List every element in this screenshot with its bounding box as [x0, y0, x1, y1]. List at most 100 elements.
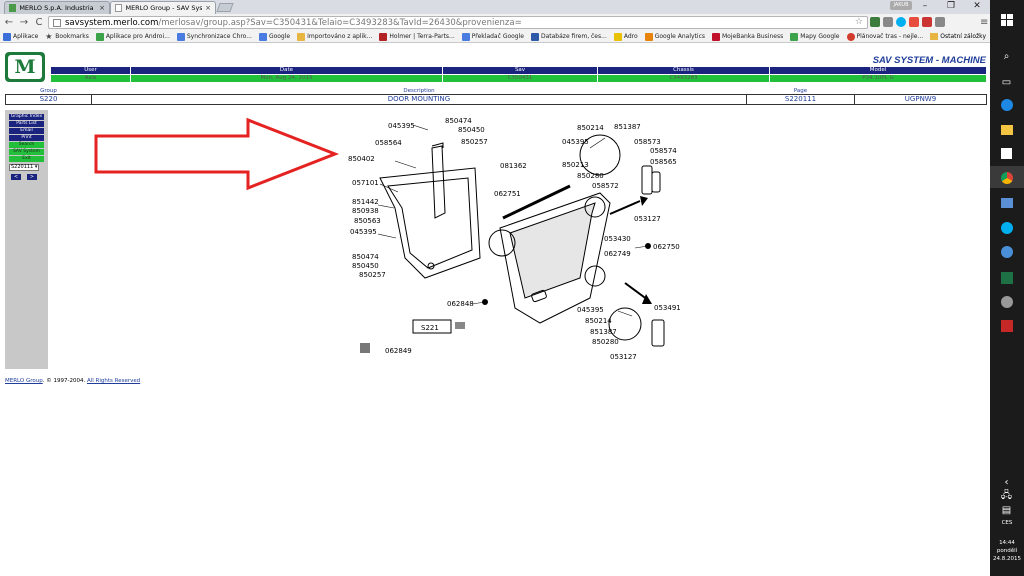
- acrobat-icon[interactable]: [999, 318, 1014, 333]
- flag-icon[interactable]: [922, 17, 932, 27]
- profile-badge[interactable]: JAKUB: [890, 1, 912, 10]
- close-tab-icon[interactable]: ×: [205, 4, 211, 12]
- start-windows-icon[interactable]: [999, 12, 1014, 27]
- part-label[interactable]: 058574: [650, 147, 677, 155]
- task-view-icon[interactable]: ▭: [999, 75, 1014, 90]
- part-label[interactable]: 062749: [604, 250, 631, 258]
- reload-icon[interactable]: C: [34, 17, 44, 28]
- bookmark-item[interactable]: MojeBanka Business: [712, 32, 783, 41]
- part-label[interactable]: 850280: [577, 172, 604, 180]
- bookmark-item[interactable]: Google: [258, 32, 290, 41]
- language-indicator[interactable]: CES: [990, 520, 1024, 527]
- part-label[interactable]: 850563: [354, 217, 381, 225]
- skype-icon[interactable]: [896, 17, 906, 27]
- email-button[interactable]: Email: [9, 128, 44, 134]
- bookmark-item[interactable]: Mapy Google: [790, 32, 840, 41]
- part-label[interactable]: 062751: [494, 190, 521, 198]
- part-label[interactable]: 850402: [348, 155, 375, 163]
- part-label[interactable]: 053491: [654, 304, 681, 312]
- other-bookmarks[interactable]: Ostatní záložky: [930, 33, 986, 40]
- network-icon[interactable]: 🖧: [999, 489, 1014, 504]
- part-label[interactable]: 851442: [352, 198, 379, 206]
- part-label[interactable]: 850257: [359, 271, 386, 279]
- part-label[interactable]: 850214: [577, 124, 604, 132]
- sav-system-button[interactable]: SAV System: [9, 149, 44, 155]
- part-label[interactable]: 062848: [447, 300, 474, 308]
- bookmark-item[interactable]: Databáze firem, čes...: [530, 32, 607, 41]
- bookmark-item[interactable]: Importováno z aplik...: [297, 32, 372, 41]
- part-label[interactable]: 851387: [590, 328, 617, 336]
- part-label[interactable]: 850213: [562, 161, 589, 169]
- chrome-icon[interactable]: [999, 170, 1014, 185]
- graphic-index-button[interactable]: Graphic Index: [9, 114, 44, 120]
- part-label[interactable]: 053127: [634, 215, 661, 223]
- app-icon[interactable]: [999, 294, 1014, 309]
- part-label[interactable]: 053430: [604, 235, 631, 243]
- parts-list-button[interactable]: Parts List: [9, 121, 44, 127]
- close-window-icon[interactable]: ✕: [964, 0, 990, 14]
- extension-icon[interactable]: [909, 17, 919, 27]
- part-label[interactable]: 062849: [385, 347, 412, 355]
- group-link-s221[interactable]: S221: [421, 324, 439, 332]
- bookmark-item[interactable]: Překladač Google: [461, 32, 524, 41]
- part-label[interactable]: 058565: [650, 158, 677, 166]
- search-button[interactable]: Search: [9, 142, 44, 148]
- extension-icon[interactable]: [935, 17, 945, 27]
- forward-icon[interactable]: →: [19, 17, 29, 28]
- new-tab-button[interactable]: [216, 3, 234, 12]
- minimize-icon[interactable]: –: [912, 0, 938, 14]
- explorer-icon[interactable]: [999, 122, 1014, 137]
- part-label[interactable]: 850938: [352, 207, 379, 215]
- store-icon[interactable]: [999, 146, 1014, 161]
- bookmark-item[interactable]: Adro: [613, 32, 638, 41]
- part-label[interactable]: 053127: [610, 353, 637, 361]
- part-label[interactable]: 850450: [352, 262, 379, 270]
- tab-merlo-sav[interactable]: MERLO Group - SAV Syste ×: [110, 1, 216, 14]
- excel-icon[interactable]: [999, 270, 1014, 285]
- part-label[interactable]: 850257: [461, 138, 488, 146]
- part-label[interactable]: 850280: [592, 338, 619, 346]
- part-label[interactable]: 045395: [577, 306, 604, 314]
- part-label[interactable]: 850214: [585, 317, 612, 325]
- rights-link[interactable]: All Rights Reserved: [87, 378, 140, 384]
- bookmark-item[interactable]: Plánovač tras - nejle...: [846, 32, 923, 41]
- page-info-icon[interactable]: [53, 18, 61, 27]
- close-tab-icon[interactable]: ×: [99, 4, 105, 12]
- clock-date[interactable]: 24.8.2015: [990, 556, 1024, 563]
- bookmark-item[interactable]: Aplikace pro Androi...: [95, 32, 170, 41]
- menu-icon[interactable]: ≡: [980, 17, 988, 28]
- part-label[interactable]: 081362: [500, 162, 527, 170]
- part-label[interactable]: 058572: [592, 182, 619, 190]
- back-icon[interactable]: ←: [4, 17, 14, 28]
- bookmark-item[interactable]: Synchronizace Chro...: [176, 32, 252, 41]
- part-label[interactable]: 850474: [352, 253, 379, 261]
- part-label[interactable]: 057101: [352, 179, 379, 187]
- part-label[interactable]: 850474: [445, 117, 472, 125]
- address-bar[interactable]: savsystem.merlo.com/merlosav/group.asp?S…: [48, 16, 868, 29]
- bookmark-item[interactable]: ★ Bookmarks: [45, 32, 89, 41]
- part-label[interactable]: 058564: [375, 139, 402, 147]
- next-page-button[interactable]: >: [27, 174, 37, 180]
- notification-icon[interactable]: ▤: [999, 503, 1014, 518]
- part-label[interactable]: 850450: [458, 126, 485, 134]
- browser-app-icon[interactable]: [999, 244, 1014, 259]
- extension-icon[interactable]: [870, 17, 880, 27]
- part-label[interactable]: 851387: [614, 123, 641, 131]
- print-button[interactable]: Print: [9, 135, 44, 141]
- exit-button[interactable]: Exit: [9, 156, 44, 162]
- search-icon[interactable]: ⌕: [999, 49, 1014, 64]
- bookmark-star-icon[interactable]: ☆: [855, 17, 863, 27]
- part-label[interactable]: 045395: [562, 138, 589, 146]
- page-select[interactable]: S220111 ▾: [9, 164, 39, 171]
- bookmark-item[interactable]: Aplikace: [3, 32, 38, 41]
- part-label[interactable]: 058573: [634, 138, 661, 146]
- part-label[interactable]: 045395: [388, 122, 415, 130]
- clock-time[interactable]: 14:44: [990, 540, 1024, 547]
- extension-icon[interactable]: [883, 17, 893, 27]
- part-label[interactable]: 062750: [653, 243, 680, 251]
- bookmark-item[interactable]: Holmer | Terra-Parts...: [379, 32, 455, 41]
- part-label[interactable]: 045395: [350, 228, 377, 236]
- company-link[interactable]: MERLO Group: [5, 378, 43, 384]
- edge-icon[interactable]: [999, 97, 1014, 112]
- maximize-icon[interactable]: ❐: [938, 0, 964, 14]
